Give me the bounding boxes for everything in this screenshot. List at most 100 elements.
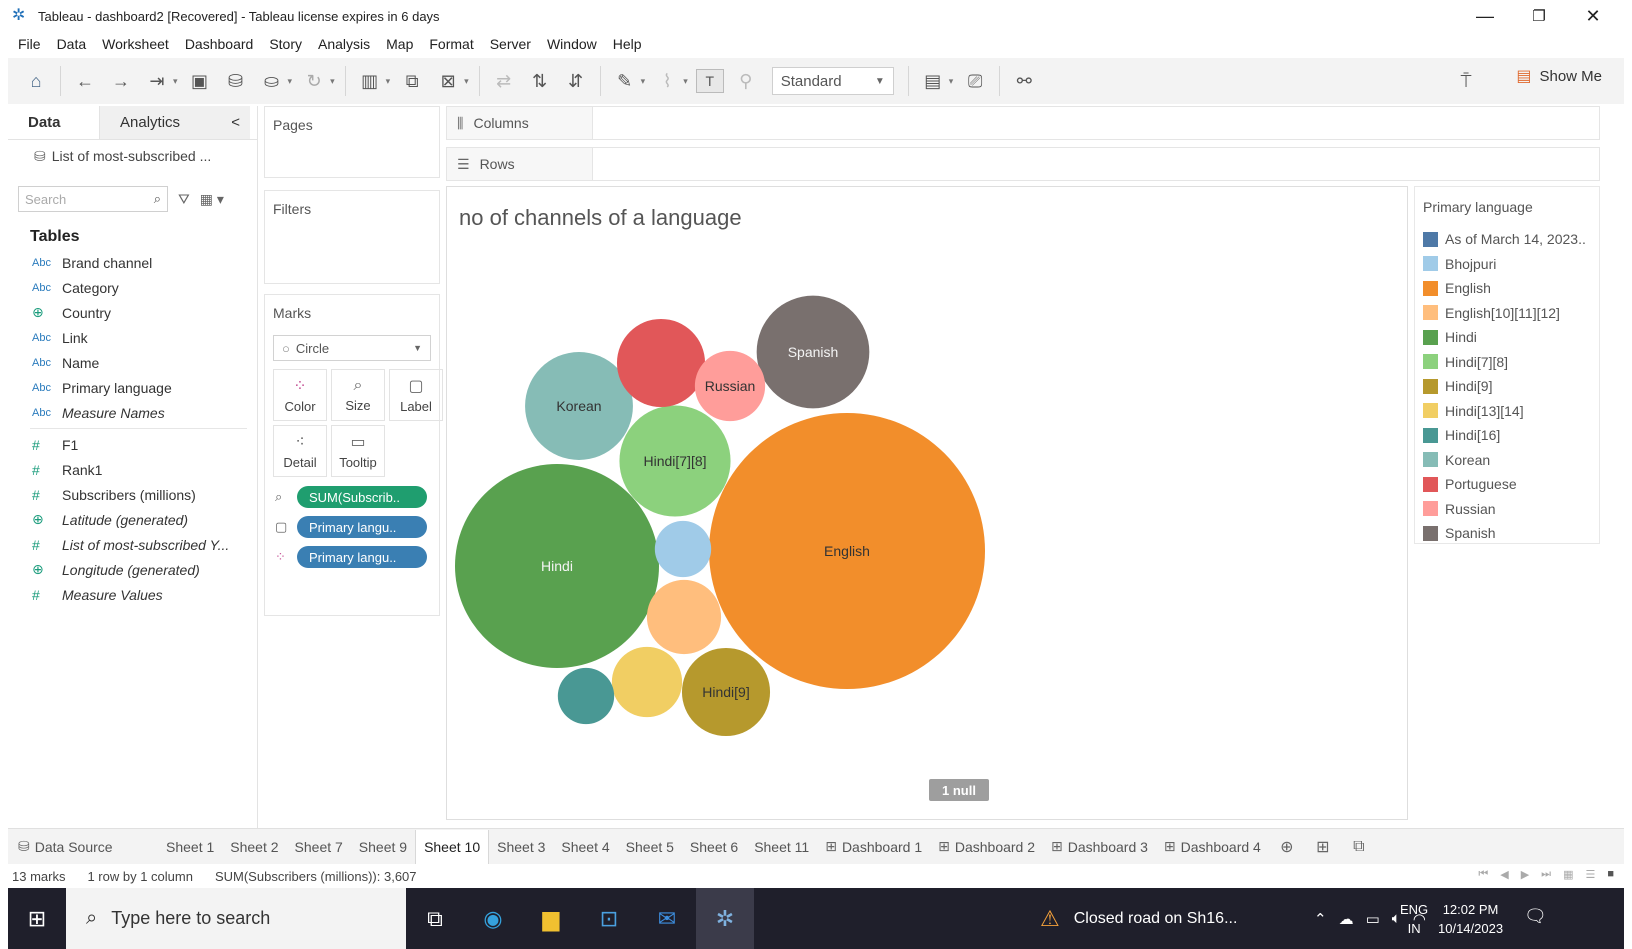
dropdown-arrow-icon[interactable]: ▾	[641, 76, 646, 87]
last-page-icon[interactable]: ⏭	[1541, 868, 1551, 881]
sheet-tab[interactable]: Sheet 5	[618, 830, 682, 864]
dropdown-arrow-icon[interactable]: ▾	[386, 76, 391, 87]
minimize-button[interactable]: —	[1458, 0, 1512, 32]
legend-item[interactable]: English[10][11][12]	[1415, 301, 1599, 326]
filmstrip-view-icon[interactable]: ■	[1607, 868, 1614, 881]
taskbar-search-input[interactable]: ⌕ Type here to search	[66, 888, 406, 949]
field-item[interactable]: ⊕ Longitude (generated)	[8, 557, 257, 582]
bubble-chart[interactable]: English Hindi Hindi[7][8] Korean Spanish Hind…	[447, 187, 1409, 821]
dropdown-arrow-icon[interactable]: ▾	[464, 76, 469, 87]
show-me-button[interactable]: ▤ Show Me	[1516, 66, 1602, 86]
field-item[interactable]: Abc Primary language	[8, 375, 257, 400]
share-icon[interactable]: ⚯	[1010, 66, 1038, 96]
tab-analytics[interactable]: Analytics <	[100, 106, 250, 139]
windows-start-icon[interactable]: ⊞	[8, 906, 66, 932]
duplicate-sheet-icon[interactable]: ⧉	[398, 66, 426, 96]
new-dashboard-icon[interactable]: ⊞	[1305, 837, 1341, 857]
refresh-icon[interactable]: ↻	[300, 66, 328, 96]
menu-item-dashboard[interactable]: Dashboard	[185, 36, 254, 52]
menu-item-analysis[interactable]: Analysis	[318, 36, 370, 52]
legend-item[interactable]: Hindi	[1415, 325, 1599, 350]
field-item[interactable]: ⊕ Latitude (generated)	[8, 507, 257, 532]
columns-shelf[interactable]: ⫼ Columns	[446, 106, 1600, 140]
show-labels-icon[interactable]: T	[695, 69, 724, 93]
first-page-icon[interactable]: ⏮	[1478, 868, 1488, 881]
new-datasource-icon[interactable]: ⛁	[222, 66, 250, 96]
sheet-tab[interactable]: Sheet 4	[553, 830, 617, 864]
new-worksheet-icon[interactable]: ▥	[356, 66, 384, 96]
field-item[interactable]: Abc Brand channel	[8, 250, 257, 275]
undo-icon[interactable]: ←	[71, 66, 99, 96]
sort-ascending-icon[interactable]: ⇅	[526, 66, 554, 96]
news-widget[interactable]: ⚠ Closed road on Sh16...	[1040, 888, 1237, 949]
filters-card[interactable]: Filters	[264, 190, 440, 284]
field-item[interactable]: # Rank1	[8, 457, 257, 482]
legend-item[interactable]: Hindi[16]	[1415, 423, 1599, 448]
filter-icon[interactable]: ⛛	[178, 191, 190, 208]
viz-area[interactable]: no of channels of a language English Hind…	[446, 186, 1408, 820]
marks-size-button[interactable]: ⌕ Size	[331, 369, 385, 421]
menu-item-window[interactable]: Window	[547, 36, 597, 52]
menu-item-data[interactable]: Data	[57, 36, 87, 52]
chevron-up-icon[interactable]: ⌃	[1314, 910, 1327, 928]
marks-detail-button[interactable]: ⁖ Detail	[273, 425, 327, 477]
datasource-item[interactable]: ⛁ List of most-subscribed ...	[8, 140, 257, 172]
tableau-taskbar-icon[interactable]: ✲	[696, 888, 754, 949]
legend-item[interactable]: Bhojpuri	[1415, 252, 1599, 277]
file-explorer-icon[interactable]: ▆	[522, 888, 580, 949]
replay-icon[interactable]: ⇥	[143, 66, 171, 96]
field-item[interactable]: Abc Category	[8, 275, 257, 300]
legend-item[interactable]: Hindi[9]	[1415, 374, 1599, 399]
bubble-bhojpuri[interactable]	[654, 520, 712, 578]
grid-view-icon[interactable]: ▦	[1563, 868, 1573, 881]
sheet-tab[interactable]: Sheet 2	[222, 830, 286, 864]
field-item[interactable]: ⊕ Country	[8, 300, 257, 325]
field-pill[interactable]: Primary langu..	[297, 516, 427, 538]
collapse-icon[interactable]: <	[231, 114, 240, 131]
field-pill[interactable]: Primary langu..	[297, 546, 427, 568]
next-page-icon[interactable]: ▶	[1521, 868, 1529, 881]
home-icon[interactable]: ⌂	[22, 66, 50, 96]
field-item[interactable]: # List of most-subscribed Y...	[8, 532, 257, 557]
size-icon[interactable]: ⌕	[275, 489, 297, 505]
store-icon[interactable]: ⊡	[580, 888, 638, 949]
presentation-icon[interactable]: ⎚	[961, 66, 989, 96]
legend-item[interactable]: Spanish	[1415, 521, 1599, 546]
list-view-icon[interactable]: ☰	[1585, 868, 1595, 881]
color-dots-icon[interactable]: ⁘	[275, 549, 297, 565]
legend-item[interactable]: Russian	[1415, 497, 1599, 522]
redo-icon[interactable]: →	[107, 66, 135, 96]
field-item[interactable]: Abc Measure Names	[8, 400, 257, 425]
dropdown-arrow-icon[interactable]: ▾	[683, 76, 688, 87]
highlight-icon[interactable]: ✎	[611, 66, 639, 96]
dropdown-arrow-icon[interactable]: ▾	[330, 76, 335, 87]
prev-page-icon[interactable]: ◀	[1500, 868, 1508, 881]
tab-data[interactable]: Data	[8, 106, 100, 139]
network-icon[interactable]: ☁	[1339, 910, 1354, 928]
edge-browser-icon[interactable]: ◉	[464, 888, 522, 949]
dashboard-tab[interactable]: ⊞ Dashboard 1	[817, 830, 930, 864]
bubble-hindi-13-14[interactable]	[611, 646, 683, 718]
mark-type-select[interactable]: ○ Circle ▼	[273, 335, 431, 361]
legend-item[interactable]: Hindi[7][8]	[1415, 350, 1599, 375]
field-item[interactable]: Abc Link	[8, 325, 257, 350]
marks-label-button[interactable]: ▢ Label	[389, 369, 443, 421]
sheet-tab[interactable]: Sheet 10	[415, 829, 490, 864]
restore-button[interactable]: ❐	[1512, 0, 1566, 32]
field-item[interactable]: # Subscribers (millions)	[8, 482, 257, 507]
bubble-portuguese[interactable]	[616, 318, 706, 408]
legend-item[interactable]: English	[1415, 276, 1599, 301]
clear-sheet-icon[interactable]: ⊠	[434, 66, 462, 96]
legend-item[interactable]: Portuguese	[1415, 472, 1599, 497]
task-view-icon[interactable]: ⧉	[406, 888, 464, 949]
sheet-tab[interactable]: Sheet 1	[158, 830, 222, 864]
presenter-icon[interactable]: ⍑	[1452, 66, 1480, 96]
marks-tooltip-button[interactable]: ▭ Tooltip	[331, 425, 385, 477]
notification-icon[interactable]: 🗨︎	[1524, 906, 1547, 927]
battery-icon[interactable]: ▭	[1366, 910, 1380, 928]
field-pill[interactable]: SUM(Subscrib..	[297, 486, 427, 508]
dropdown-arrow-icon[interactable]: ▾	[173, 76, 178, 87]
mail-icon[interactable]: ✉	[638, 888, 696, 949]
sheet-tab[interactable]: Sheet 3	[489, 830, 553, 864]
bubble-english-10-11-12[interactable]	[646, 579, 722, 655]
